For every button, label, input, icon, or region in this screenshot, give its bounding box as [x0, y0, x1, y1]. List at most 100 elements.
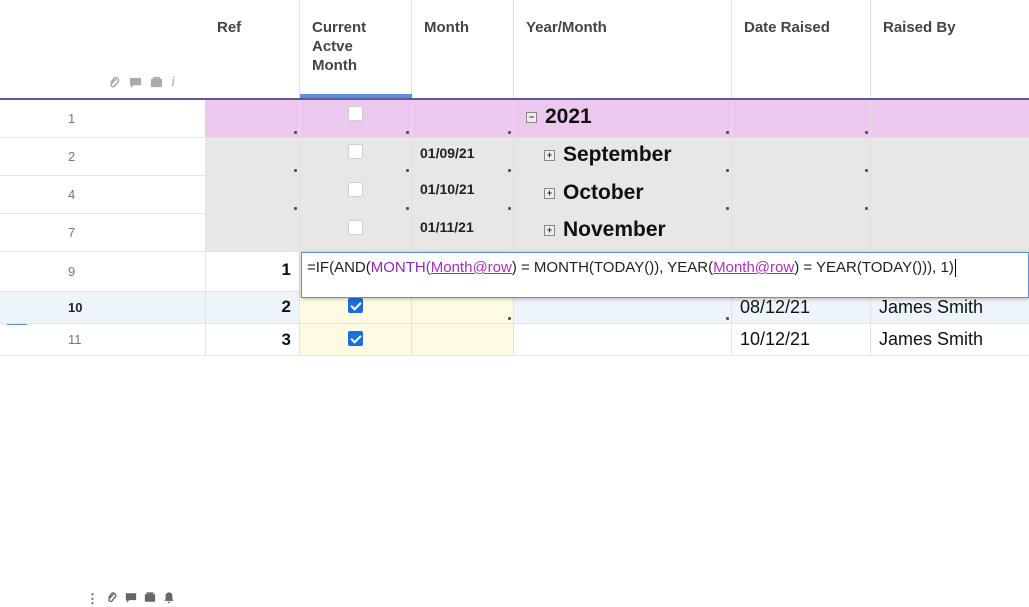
raised-by-cell[interactable]	[871, 214, 1029, 251]
comment-icon[interactable]	[129, 76, 142, 92]
row-number[interactable]: 9	[28, 252, 206, 291]
column-header-raised-by[interactable]: Raised By	[871, 0, 1029, 98]
table-row[interactable]: 2 01/09/21 + September	[0, 138, 1029, 176]
column-header-month-label: Month	[424, 19, 469, 36]
raised-by-cell[interactable]	[871, 138, 1029, 175]
month-cell[interactable]	[412, 100, 514, 137]
hierarchy-node: − 2021	[526, 105, 592, 129]
reminder-bell-icon[interactable]	[163, 591, 175, 607]
column-header-raised-by-label: Raised By	[883, 19, 956, 36]
month-cell[interactable]: 01/10/21	[412, 176, 514, 213]
expand-icon[interactable]: +	[544, 149, 555, 161]
current-active-month-cell[interactable]	[300, 324, 412, 355]
column-header-ref[interactable]: Ref	[205, 0, 300, 98]
column-header-date-raised[interactable]: Date Raised	[732, 0, 871, 98]
row-number[interactable]: 7	[28, 214, 206, 251]
proof-icon[interactable]	[144, 591, 156, 607]
formula-column-reference[interactable]: Month@row	[713, 259, 794, 276]
ref-cell[interactable]	[205, 214, 300, 251]
ref-value: 1	[281, 260, 291, 279]
ref-cell[interactable]: 1	[205, 252, 300, 291]
raised-by-cell[interactable]	[871, 100, 1029, 137]
proof-icon[interactable]	[150, 76, 163, 92]
expand-icon[interactable]: +	[544, 187, 555, 199]
expand-icon[interactable]: +	[544, 224, 555, 236]
month-cell[interactable]	[412, 324, 514, 355]
formula-text: )	[948, 259, 954, 276]
more-icon[interactable]: ⋮	[86, 591, 99, 607]
month-value: 01/11/21	[420, 219, 474, 235]
ref-value: 3	[281, 330, 291, 349]
text-cursor	[954, 259, 956, 278]
hierarchy-node: + September	[544, 143, 672, 167]
formula-text: ) = MONTH(TODAY(	[511, 259, 650, 276]
table-row[interactable]: 1 − 2021	[0, 100, 1029, 138]
year-month-cell[interactable]: + November	[514, 214, 732, 251]
row-number[interactable]: 11	[28, 324, 206, 355]
column-header-year-month[interactable]: Year/Month	[514, 0, 732, 98]
row-number[interactable]: 10	[28, 292, 206, 323]
date-raised-value: 10/12/21	[740, 329, 811, 349]
month-cell[interactable]: 01/09/21	[412, 138, 514, 175]
current-active-month-cell[interactable]	[300, 214, 412, 251]
year-month-cell[interactable]: + September	[514, 138, 732, 175]
raised-by-cell[interactable]	[871, 176, 1029, 213]
date-raised-cell[interactable]	[732, 138, 871, 175]
column-header-row: i Ref Current Actve Month Month Year/Mon…	[0, 0, 1029, 100]
header-label-line-3: Month	[312, 57, 357, 74]
comment-icon[interactable]	[125, 591, 137, 607]
column-header-ref-label: Ref	[217, 19, 242, 36]
ref-cell[interactable]: 3	[205, 324, 300, 355]
ref-cell[interactable]	[205, 138, 300, 175]
active-month-checkbox[interactable]	[348, 144, 363, 159]
header-icon-group: i	[108, 75, 175, 92]
ref-value: 2	[281, 297, 291, 316]
column-header-current-active-month[interactable]: Current Actve Month	[300, 0, 412, 98]
row-number[interactable]: 4	[28, 176, 206, 213]
table-row[interactable]: 4 01/10/21 + October	[0, 176, 1029, 214]
cell-formula-editor[interactable]: =IF(AND(MONTH(Month@row) = MONTH(TODAY()…	[301, 252, 1029, 298]
hierarchy-label: October	[563, 181, 644, 204]
column-header-year-month-label: Year/Month	[526, 19, 607, 36]
formula-text: MONTH(	[370, 259, 431, 276]
column-header-month[interactable]: Month	[412, 0, 514, 98]
row-number[interactable]: 2	[28, 138, 206, 175]
ref-cell[interactable]: 2	[205, 292, 300, 323]
current-active-month-cell[interactable]	[300, 138, 412, 175]
raised-by-value: James Smith	[879, 329, 984, 349]
row-action-icons: ⋮	[86, 591, 175, 607]
active-column-indicator	[300, 94, 412, 98]
ref-cell[interactable]	[205, 100, 300, 137]
attachment-icon[interactable]	[106, 591, 118, 607]
hierarchy-node: + November	[544, 218, 666, 242]
active-month-checkbox[interactable]	[348, 220, 363, 235]
active-month-checkbox[interactable]	[348, 331, 363, 346]
raised-by-value: James Smith	[879, 297, 984, 317]
table-row[interactable]: 11 3 10/12/21 James Smith	[0, 324, 1029, 356]
raised-by-cell[interactable]: James Smith	[871, 324, 1029, 355]
hierarchy-label: September	[563, 143, 672, 166]
current-active-month-cell[interactable]	[300, 100, 412, 137]
date-raised-cell[interactable]	[732, 214, 871, 251]
hierarchy-label: November	[563, 218, 666, 241]
date-raised-cell[interactable]	[732, 100, 871, 137]
table-row[interactable]: 7 01/11/21 + November	[0, 214, 1029, 252]
header-label-line-1: Current	[312, 19, 367, 36]
date-raised-cell[interactable]	[732, 176, 871, 213]
year-month-cell[interactable]: − 2021	[514, 100, 732, 137]
formula-column-reference[interactable]: Month@row	[431, 259, 512, 276]
formula-text: =IF(AND(	[307, 259, 371, 276]
ref-cell[interactable]	[205, 176, 300, 213]
collapse-icon[interactable]: −	[526, 111, 537, 123]
attachment-icon[interactable]	[108, 76, 121, 92]
current-active-month-cell[interactable]	[300, 176, 412, 213]
active-month-checkbox[interactable]	[348, 182, 363, 197]
row-number[interactable]: 1	[28, 100, 206, 137]
info-icon[interactable]: i	[171, 75, 175, 92]
date-raised-cell[interactable]: 10/12/21	[732, 324, 871, 355]
active-month-checkbox[interactable]	[348, 106, 363, 121]
active-month-checkbox[interactable]	[348, 298, 363, 313]
year-month-cell[interactable]: + October	[514, 176, 732, 213]
month-cell[interactable]: 01/11/21	[412, 214, 514, 251]
year-month-cell[interactable]	[514, 324, 732, 355]
